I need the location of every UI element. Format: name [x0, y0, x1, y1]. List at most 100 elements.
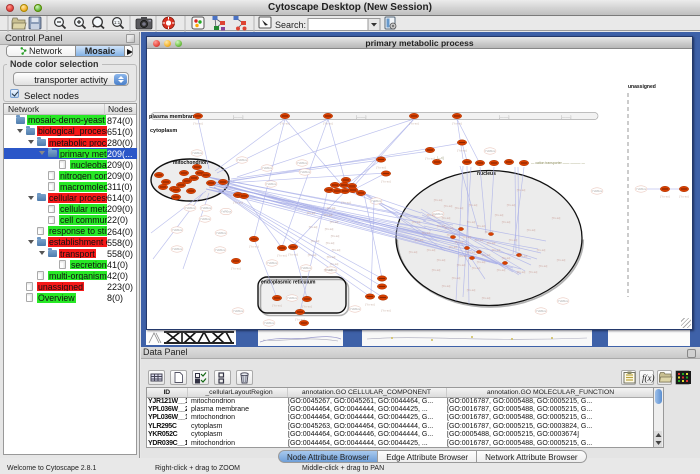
svg-text:[Yx-xx]: [Yx-xx]: [412, 220, 421, 224]
svg-text:[Yx-xx]: [Yx-xx]: [327, 206, 336, 210]
svg-text:[Yx-xx]: [Yx-xx]: [502, 220, 511, 224]
svg-text:[Yx-xx]: [Yx-xx]: [507, 203, 516, 207]
svg-text:YxR0xx: YxR0xx: [215, 248, 226, 252]
svg-text:[Yx-xx]: [Yx-xx]: [472, 266, 481, 270]
svg-text:[Yx-xx]: [Yx-xx]: [509, 238, 518, 242]
svg-text:— cation transporter —— ——— —: — cation transporter —— ——— —: [531, 161, 585, 165]
svg-text:YxR0xx: YxR0xx: [592, 189, 603, 193]
svg-text:YxR0xx: YxR0xx: [216, 231, 227, 235]
svg-text:[Yx-xx]: [Yx-xx]: [442, 216, 451, 220]
svg-text:YxR0xx: YxR0xx: [297, 161, 308, 165]
svg-text:[Yx-xx]: [Yx-xx]: [467, 220, 476, 224]
svg-text:[Yx-xx]: [Yx-xx]: [517, 188, 526, 192]
svg-text:[Yx-xx]: [Yx-xx]: [459, 254, 468, 258]
svg-text:[Yx-xx]: [Yx-xx]: [475, 238, 484, 242]
svg-text:YxR0xx: YxR0xx: [221, 210, 232, 214]
svg-text:endoplasmic reticulum: endoplasmic reticulum: [261, 280, 316, 286]
svg-text:[Yx-xx]: [Yx-xx]: [557, 258, 566, 262]
svg-text:[Yx-xx]: [Yx-xx]: [376, 166, 385, 170]
svg-text:YxR0xx: YxR0xx: [262, 166, 273, 170]
svg-text:[Yx-xx]: [Yx-xx]: [324, 213, 333, 217]
svg-text:[Yx-xx]: [Yx-xx]: [437, 258, 446, 262]
svg-text:[Yx-xx]: [Yx-xx]: [427, 248, 436, 252]
svg-text:[—-—]: [—-—]: [233, 115, 243, 119]
svg-text:[Yx-xx]: [Yx-xx]: [280, 122, 289, 126]
svg-text:[Yx-xx]: [Yx-xx]: [492, 248, 501, 252]
svg-text:YxR0xx: YxR0xx: [267, 261, 278, 265]
svg-text:[Yx-xx]: [Yx-xx]: [422, 231, 431, 235]
svg-text:[Yx-xx]: [Yx-xx]: [477, 260, 486, 264]
svg-text:YxR0xx: YxR0xx: [287, 296, 298, 300]
svg-text:[Yx-xx]: [Yx-xx]: [233, 201, 242, 205]
svg-text:mitochondrion: mitochondrion: [173, 160, 208, 166]
svg-text:[Yx-xx]: [Yx-xx]: [444, 204, 453, 208]
svg-text:plasma membrane: plasma membrane: [149, 114, 197, 120]
svg-text:[Yx-xx]: [Yx-xx]: [272, 304, 281, 308]
svg-text:[Yx-xx]: [Yx-xx]: [529, 270, 538, 274]
svg-text:1:1: 1:1: [114, 20, 121, 25]
svg-text:[Yx-xx]: [Yx-xx]: [482, 253, 491, 257]
svg-text:[Yx-xx]: [Yx-xx]: [331, 234, 340, 238]
svg-text:unassigned: unassigned: [628, 84, 656, 90]
svg-text:[Yx-xx]: [Yx-xx]: [277, 254, 286, 258]
svg-text:[Yx-xx]: [Yx-xx]: [469, 203, 478, 207]
svg-text:YxR0xx: YxR0xx: [371, 199, 382, 203]
svg-text:[Yx-xx]: [Yx-xx]: [325, 227, 334, 231]
svg-text:cytoplasm: cytoplasm: [150, 128, 177, 134]
svg-text:[Yx-xx]: [Yx-xx]: [311, 239, 320, 243]
svg-text:[Yx-xx]: [Yx-xx]: [487, 241, 496, 245]
svg-text:[Yx-xx]: [Yx-xx]: [517, 270, 526, 274]
svg-text:YxR0xx: YxR0xx: [264, 321, 275, 325]
svg-text:[Yx-xx]: [Yx-xx]: [327, 255, 336, 259]
svg-text:YxR0xx: YxR0xx: [350, 307, 361, 311]
svg-text:[Yx-xx]: [Yx-xx]: [467, 288, 476, 292]
svg-text:[Yx-xx]: [Yx-xx]: [455, 240, 464, 244]
svg-text:[Yx-xx]: [Yx-xx]: [497, 268, 506, 272]
svg-text:[Yx-xx]: [Yx-xx]: [409, 250, 418, 254]
svg-text:[Yx-xx]: [Yx-xx]: [330, 262, 339, 266]
svg-text:[Yx-xx]: [Yx-xx]: [442, 284, 451, 288]
svg-text:[Yx-xx]: [Yx-xx]: [332, 248, 341, 252]
svg-text:YxR0xx: YxR0xx: [485, 149, 496, 153]
svg-text:[Yx-xx]: [Yx-xx]: [308, 253, 317, 257]
svg-text:[Yx-xx]: [Yx-xx]: [324, 268, 333, 272]
svg-text:YxR0xx: YxR0xx: [636, 187, 647, 191]
svg-text:[Yx-xx]: [Yx-xx]: [485, 230, 494, 234]
svg-text:[Yx-xx]: [Yx-xx]: [381, 309, 390, 313]
svg-text:[Yx-xx]: [Yx-xx]: [307, 211, 316, 215]
svg-text:[Yx-xx]: [Yx-xx]: [457, 149, 466, 153]
svg-text:Search:: Search:: [275, 20, 306, 30]
svg-text:YxR0xx: YxR0xx: [192, 151, 203, 155]
svg-text:YxR0xx: YxR0xx: [301, 266, 312, 270]
svg-text:YxR0xx: YxR0xx: [200, 217, 211, 221]
svg-text:[Yx-xx]: [Yx-xx]: [455, 206, 464, 210]
svg-text:YxR0xx: YxR0xx: [300, 170, 311, 174]
svg-text:[Yx-xx]: [Yx-xx]: [552, 216, 561, 220]
svg-text:[Yx-xx]: [Yx-xx]: [381, 180, 390, 184]
svg-text:[Yx-xx]: [Yx-xx]: [679, 195, 688, 199]
svg-text:[Yx-xx]: [Yx-xx]: [365, 303, 374, 307]
svg-text:[Yx-xx]: [Yx-xx]: [432, 268, 441, 272]
svg-text:[Yx-xx]: [Yx-xx]: [477, 224, 486, 228]
svg-text:[Yx-xx]: [Yx-xx]: [447, 233, 456, 237]
svg-text:[Yx-xx]: [Yx-xx]: [537, 248, 546, 252]
svg-text:YxR0xx: YxR0xx: [237, 158, 248, 162]
svg-text:[Yx-xx]: [Yx-xx]: [326, 241, 335, 245]
svg-text:[Yx-xx]: [Yx-xx]: [409, 122, 418, 126]
svg-text:[Yx-xx]: [Yx-xx]: [427, 213, 436, 217]
svg-text:f(x): f(x): [642, 373, 655, 383]
svg-text:YxR0xx: YxR0xx: [536, 309, 547, 313]
svg-text:[Yx-xx]: [Yx-xx]: [425, 157, 434, 161]
svg-text:[Yx-xx]: [Yx-xx]: [502, 256, 511, 260]
svg-text:[Yx-xx]: [Yx-xx]: [302, 305, 311, 309]
svg-text:YxR0xx: YxR0xx: [233, 309, 244, 313]
svg-text:[Yx-xx]: [Yx-xx]: [193, 122, 202, 126]
svg-text:[Yx-xx]: [Yx-xx]: [449, 245, 458, 249]
svg-text:[Yx-xx]: [Yx-xx]: [519, 254, 528, 258]
svg-text:YxR0xx: YxR0xx: [185, 206, 196, 210]
svg-text:[Yx-xx]: [Yx-xx]: [330, 220, 339, 224]
svg-text:[Yx-xx]: [Yx-xx]: [660, 195, 669, 199]
svg-text:YxR0xx: YxR0xx: [266, 182, 277, 186]
svg-text:[Yx-xx]: [Yx-xx]: [527, 228, 536, 232]
svg-text:[Yx-xx]: [Yx-xx]: [288, 253, 297, 257]
